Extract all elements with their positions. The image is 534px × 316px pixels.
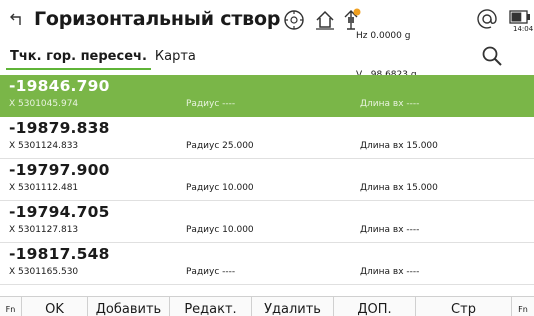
page-title: Горизонтальный створ bbox=[34, 8, 281, 30]
title-bar: Горизонтальный створ bbox=[0, 0, 534, 38]
tab-map[interactable]: Карта bbox=[151, 49, 200, 70]
list-item[interactable]: -19846.790 X 5301045.974 Радиус ---- Дли… bbox=[0, 75, 534, 117]
add-button[interactable]: Добавить bbox=[88, 297, 170, 316]
list-item[interactable]: -19797.900 X 5301112.481 Радиус 10.000 Д… bbox=[0, 159, 534, 201]
home-icon[interactable] bbox=[313, 8, 337, 32]
row-length: Длина вх ---- bbox=[360, 225, 420, 235]
row-radius: Радиус 10.000 bbox=[186, 225, 254, 235]
row-value: -19879.838 bbox=[9, 119, 110, 137]
more-button[interactable]: ДОП. bbox=[334, 297, 416, 316]
list-item[interactable]: -19817.548 X 5301165.530 Радиус ---- Дли… bbox=[0, 243, 534, 285]
row-length: Длина вх ---- bbox=[360, 267, 420, 277]
edit-button[interactable]: Редакт. bbox=[170, 297, 252, 316]
results-list: -19846.790 X 5301045.974 Радиус ---- Дли… bbox=[0, 75, 534, 285]
tab-bar: Тчк. гор. пересеч. Карта bbox=[0, 40, 534, 70]
row-value: -19794.705 bbox=[9, 203, 110, 221]
row-radius: Радиус 25.000 bbox=[186, 141, 254, 151]
softkey-bar: Fn OK Добавить Редакт. Удалить ДОП. Стр … bbox=[0, 296, 534, 316]
search-icon[interactable] bbox=[480, 44, 504, 68]
row-length: Длина вх ---- bbox=[360, 99, 420, 109]
row-x: X 5301124.833 bbox=[9, 141, 79, 151]
row-radius: Радиус ---- bbox=[186, 267, 236, 277]
fn-left-button[interactable]: Fn bbox=[0, 297, 22, 316]
instrument-icon[interactable] bbox=[282, 8, 306, 32]
row-length: Длина вх 15.000 bbox=[360, 141, 438, 151]
row-value: -19797.900 bbox=[9, 161, 110, 179]
row-x: X 5301045.974 bbox=[9, 99, 79, 109]
row-value: -19817.548 bbox=[9, 245, 110, 263]
clock-time: 14:04 bbox=[513, 25, 534, 33]
row-value: -19846.790 bbox=[9, 77, 110, 95]
delete-button[interactable]: Удалить bbox=[252, 297, 334, 316]
list-item[interactable]: -19794.705 X 5301127.813 Радиус 10.000 Д… bbox=[0, 201, 534, 243]
list-item[interactable]: -19879.838 X 5301124.833 Радиус 25.000 Д… bbox=[0, 117, 534, 159]
back-arrow-icon[interactable] bbox=[6, 8, 28, 30]
at-sign-icon[interactable] bbox=[476, 8, 498, 30]
row-length: Длина вх 15.000 bbox=[360, 183, 438, 193]
fn-right-button[interactable]: Fn bbox=[512, 297, 534, 316]
row-x: X 5301127.813 bbox=[9, 225, 79, 235]
ok-button[interactable]: OK bbox=[22, 297, 88, 316]
row-x: X 5301112.481 bbox=[9, 183, 79, 193]
row-x: X 5301165.530 bbox=[9, 267, 79, 277]
row-radius: Радиус 10.000 bbox=[186, 183, 254, 193]
battery-icon bbox=[509, 9, 531, 24]
row-radius: Радиус ---- bbox=[186, 99, 236, 109]
page-button[interactable]: Стр bbox=[416, 297, 512, 316]
tab-intersection-points[interactable]: Тчк. гор. пересеч. bbox=[6, 49, 151, 70]
